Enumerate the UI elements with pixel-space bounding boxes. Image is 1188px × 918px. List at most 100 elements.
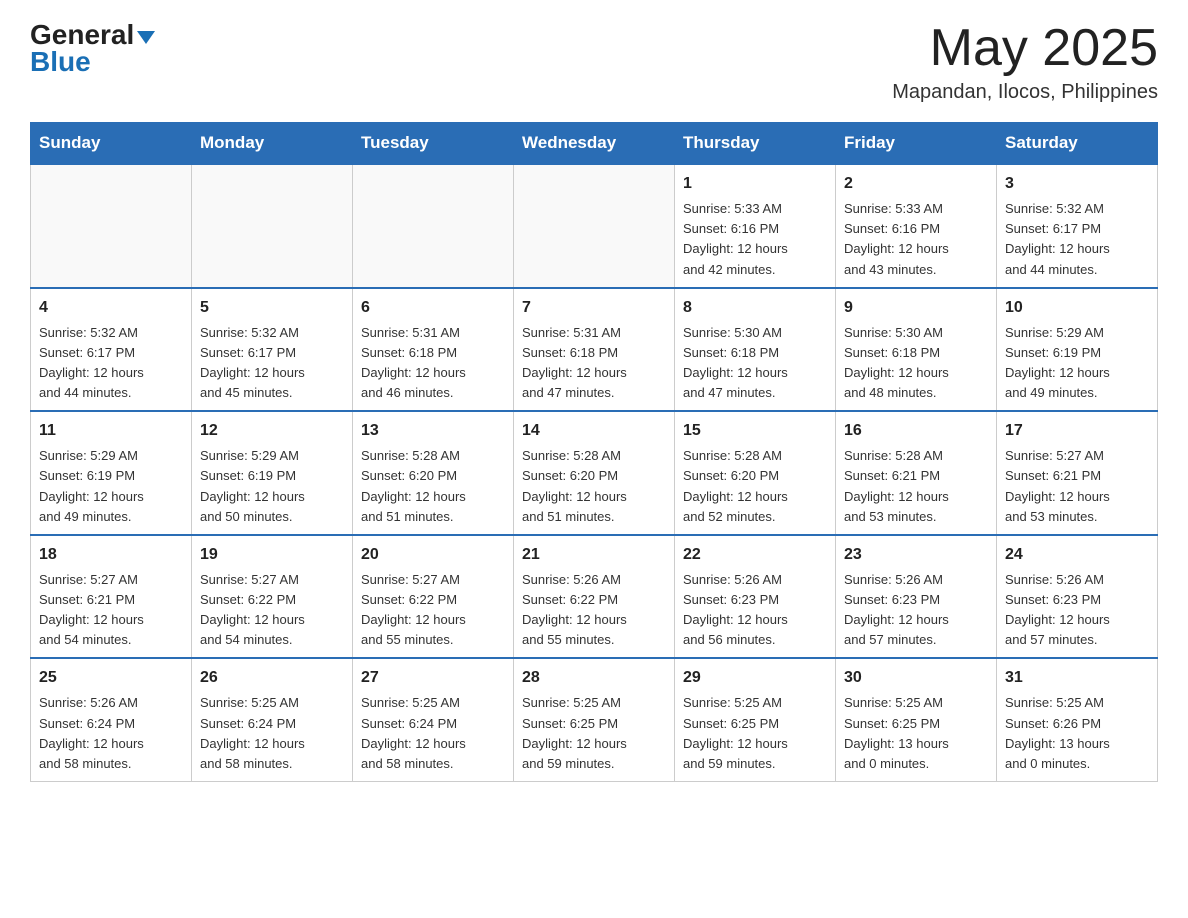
day-number: 6: [361, 296, 505, 320]
day-number: 28: [522, 666, 666, 690]
sun-info: Sunrise: 5:29 AM Sunset: 6:19 PM Dayligh…: [39, 446, 183, 527]
table-row: 18 Sunrise: 5:27 AM Sunset: 6:21 PM Dayli…: [31, 535, 192, 659]
table-row: 29 Sunrise: 5:25 AM Sunset: 6:25 PM Dayli…: [675, 658, 836, 781]
day-number: 27: [361, 666, 505, 690]
sun-info: Sunrise: 5:25 AM Sunset: 6:24 PM Dayligh…: [200, 693, 344, 774]
table-row: 16 Sunrise: 5:28 AM Sunset: 6:21 PM Dayli…: [836, 411, 997, 535]
day-number: 16: [844, 419, 988, 443]
sun-info: Sunrise: 5:25 AM Sunset: 6:25 PM Dayligh…: [844, 693, 988, 774]
day-number: 1: [683, 172, 827, 196]
day-number: 25: [39, 666, 183, 690]
table-row: 22 Sunrise: 5:26 AM Sunset: 6:23 PM Dayli…: [675, 535, 836, 659]
table-row: 21 Sunrise: 5:26 AM Sunset: 6:22 PM Dayli…: [514, 535, 675, 659]
table-row: 11 Sunrise: 5:29 AM Sunset: 6:19 PM Dayli…: [31, 411, 192, 535]
calendar-week-row: 18 Sunrise: 5:27 AM Sunset: 6:21 PM Dayli…: [31, 535, 1158, 659]
day-number: 13: [361, 419, 505, 443]
table-row: 4 Sunrise: 5:32 AM Sunset: 6:17 PM Daylig…: [31, 288, 192, 412]
sun-info: Sunrise: 5:28 AM Sunset: 6:20 PM Dayligh…: [361, 446, 505, 527]
day-number: 3: [1005, 172, 1149, 196]
table-row: 24Sunrise: 5:26 AM Sunset: 6:23 PM Dayli…: [997, 535, 1158, 659]
day-number: 5: [200, 296, 344, 320]
day-number: 4: [39, 296, 183, 320]
table-row: [353, 164, 514, 288]
table-row: 25 Sunrise: 5:26 AM Sunset: 6:24 PM Dayli…: [31, 658, 192, 781]
month-title: May 2025: [892, 20, 1158, 77]
sun-info: Sunrise: 5:32 AM Sunset: 6:17 PM Dayligh…: [200, 323, 344, 404]
table-row: 15 Sunrise: 5:28 AM Sunset: 6:20 PM Dayli…: [675, 411, 836, 535]
sun-info: Sunrise: 5:32 AM Sunset: 6:17 PM Dayligh…: [1005, 199, 1149, 280]
table-row: 19 Sunrise: 5:27 AM Sunset: 6:22 PM Dayli…: [192, 535, 353, 659]
sun-info: Sunrise: 5:26 AM Sunset: 6:23 PM Dayligh…: [683, 570, 827, 651]
table-row: 23Sunrise: 5:26 AM Sunset: 6:23 PM Dayli…: [836, 535, 997, 659]
sun-info: Sunrise: 5:27 AM Sunset: 6:22 PM Dayligh…: [361, 570, 505, 651]
table-row: 20 Sunrise: 5:27 AM Sunset: 6:22 PM Dayli…: [353, 535, 514, 659]
day-number: 12: [200, 419, 344, 443]
calendar-week-row: 4 Sunrise: 5:32 AM Sunset: 6:17 PM Daylig…: [31, 288, 1158, 412]
day-number: 30: [844, 666, 988, 690]
sun-info: Sunrise: 5:32 AM Sunset: 6:17 PM Dayligh…: [39, 323, 183, 404]
logo-arrow-icon: [137, 31, 155, 44]
sun-info: Sunrise: 5:25 AM Sunset: 6:26 PM Dayligh…: [1005, 693, 1149, 774]
sun-info: Sunrise: 5:27 AM Sunset: 6:21 PM Dayligh…: [39, 570, 183, 651]
sun-info: Sunrise: 5:28 AM Sunset: 6:21 PM Dayligh…: [844, 446, 988, 527]
sun-info: Sunrise: 5:27 AM Sunset: 6:22 PM Dayligh…: [200, 570, 344, 651]
sun-info: Sunrise: 5:26 AM Sunset: 6:22 PM Dayligh…: [522, 570, 666, 651]
col-monday: Monday: [192, 123, 353, 165]
day-number: 22: [683, 543, 827, 567]
sun-info: Sunrise: 5:29 AM Sunset: 6:19 PM Dayligh…: [200, 446, 344, 527]
sun-info: Sunrise: 5:33 AM Sunset: 6:16 PM Dayligh…: [844, 199, 988, 280]
table-row: 2 Sunrise: 5:33 AM Sunset: 6:16 PM Daylig…: [836, 164, 997, 288]
day-number: 9: [844, 296, 988, 320]
page-header: General Blue May 2025 Mapandan, Ilocos, …: [30, 20, 1158, 104]
day-number: 20: [361, 543, 505, 567]
day-number: 17: [1005, 419, 1149, 443]
sun-info: Sunrise: 5:25 AM Sunset: 6:24 PM Dayligh…: [361, 693, 505, 774]
table-row: 27 Sunrise: 5:25 AM Sunset: 6:24 PM Dayli…: [353, 658, 514, 781]
calendar-header-row: Sunday Monday Tuesday Wednesday Thursday…: [31, 123, 1158, 165]
location-title: Mapandan, Ilocos, Philippines: [892, 81, 1158, 104]
day-number: 21: [522, 543, 666, 567]
title-area: May 2025 Mapandan, Ilocos, Philippines: [892, 20, 1158, 104]
day-number: 11: [39, 419, 183, 443]
col-friday: Friday: [836, 123, 997, 165]
day-number: 18: [39, 543, 183, 567]
table-row: 31 Sunrise: 5:25 AM Sunset: 6:26 PM Dayli…: [997, 658, 1158, 781]
day-number: 15: [683, 419, 827, 443]
day-number: 14: [522, 419, 666, 443]
table-row: 7Sunrise: 5:31 AM Sunset: 6:18 PM Daylig…: [514, 288, 675, 412]
table-row: 10 Sunrise: 5:29 AM Sunset: 6:19 PM Dayli…: [997, 288, 1158, 412]
table-row: [192, 164, 353, 288]
day-number: 10: [1005, 296, 1149, 320]
sun-info: Sunrise: 5:29 AM Sunset: 6:19 PM Dayligh…: [1005, 323, 1149, 404]
sun-info: Sunrise: 5:28 AM Sunset: 6:20 PM Dayligh…: [683, 446, 827, 527]
calendar-week-row: 25 Sunrise: 5:26 AM Sunset: 6:24 PM Dayli…: [31, 658, 1158, 781]
sun-info: Sunrise: 5:28 AM Sunset: 6:20 PM Dayligh…: [522, 446, 666, 527]
day-number: 26: [200, 666, 344, 690]
table-row: 26 Sunrise: 5:25 AM Sunset: 6:24 PM Dayli…: [192, 658, 353, 781]
table-row: 1 Sunrise: 5:33 AM Sunset: 6:16 PM Daylig…: [675, 164, 836, 288]
sun-info: Sunrise: 5:26 AM Sunset: 6:24 PM Dayligh…: [39, 693, 183, 774]
day-number: 2: [844, 172, 988, 196]
col-sunday: Sunday: [31, 123, 192, 165]
sun-info: Sunrise: 5:25 AM Sunset: 6:25 PM Dayligh…: [522, 693, 666, 774]
calendar-week-row: 1 Sunrise: 5:33 AM Sunset: 6:16 PM Daylig…: [31, 164, 1158, 288]
day-number: 31: [1005, 666, 1149, 690]
sun-info: Sunrise: 5:33 AM Sunset: 6:16 PM Dayligh…: [683, 199, 827, 280]
day-number: 8: [683, 296, 827, 320]
table-row: 17 Sunrise: 5:27 AM Sunset: 6:21 PM Dayli…: [997, 411, 1158, 535]
table-row: 5 Sunrise: 5:32 AM Sunset: 6:17 PM Daylig…: [192, 288, 353, 412]
day-number: 29: [683, 666, 827, 690]
day-number: 24: [1005, 543, 1149, 567]
table-row: 14 Sunrise: 5:28 AM Sunset: 6:20 PM Dayli…: [514, 411, 675, 535]
sun-info: Sunrise: 5:27 AM Sunset: 6:21 PM Dayligh…: [1005, 446, 1149, 527]
day-number: 19: [200, 543, 344, 567]
table-row: 8Sunrise: 5:30 AM Sunset: 6:18 PM Daylig…: [675, 288, 836, 412]
col-saturday: Saturday: [997, 123, 1158, 165]
sun-info: Sunrise: 5:30 AM Sunset: 6:18 PM Dayligh…: [844, 323, 988, 404]
calendar-table: Sunday Monday Tuesday Wednesday Thursday…: [30, 122, 1158, 782]
sun-info: Sunrise: 5:25 AM Sunset: 6:25 PM Dayligh…: [683, 693, 827, 774]
table-row: 6Sunrise: 5:31 AM Sunset: 6:18 PM Daylig…: [353, 288, 514, 412]
day-number: 23: [844, 543, 988, 567]
col-thursday: Thursday: [675, 123, 836, 165]
day-number: 7: [522, 296, 666, 320]
